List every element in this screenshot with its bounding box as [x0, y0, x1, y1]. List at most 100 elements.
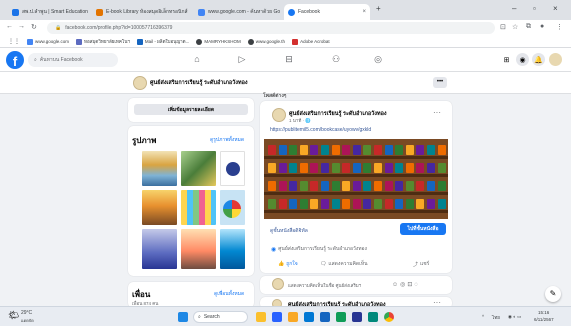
gaming-icon[interactable]: ◎ [372, 54, 384, 65]
photo-thumbnail[interactable] [181, 190, 216, 225]
page-name[interactable]: ศูนย์ส่งเสริมการเรียนรู้ ระดับอำเภอวังทอ… [150, 79, 248, 87]
photo-thumbnail[interactable] [181, 229, 216, 269]
photo-thumbnail[interactable] [142, 151, 177, 186]
bookmark-star-icon[interactable]: ☆ [512, 23, 518, 31]
maximize-icon[interactable]: ▫ [533, 4, 536, 13]
tray-chevron-icon[interactable]: ^ [482, 314, 484, 319]
tab-title: E-book Library ห้องสมุดอิเล็กทรอนิกส์ [106, 9, 188, 15]
like-label: ถูกใจ [286, 261, 298, 267]
bookmark-adobe[interactable]: Adobe Acrobat [292, 38, 330, 45]
book-cover [310, 163, 319, 173]
start-windows-icon[interactable] [178, 312, 188, 322]
post-page-identity[interactable]: ◉ ศูนย์ส่งเสริมการเรียนรู้ ระดับอำเภอวัง… [271, 245, 367, 253]
book-cover [416, 145, 425, 155]
taskview-icon[interactable] [272, 312, 282, 322]
bookmark-library[interactable]: หอสมุดวิทยาลัยเทคโนฯ [76, 38, 130, 45]
like-button[interactable]: 👍 ถูกใจ [278, 260, 298, 268]
bookmark-google-th[interactable]: www.google.th [247, 38, 286, 45]
tab-title: www.google.com - ค้นหาด้วย Google [208, 9, 280, 15]
commenter-avatar [272, 278, 284, 290]
post-link[interactable]: https://publitemil5.com/bookcase/uyowv/g… [270, 127, 371, 133]
book-cover [437, 181, 446, 191]
page-avatar[interactable] [133, 76, 147, 90]
messenger-icon[interactable]: ◉ [516, 53, 529, 66]
close-window-icon[interactable]: × [553, 4, 558, 13]
groups-icon[interactable]: ⚇ [330, 54, 342, 65]
bookshelf-link-preview-image[interactable] [264, 139, 448, 219]
close-tab-icon[interactable]: × [359, 9, 366, 15]
browser-tab-2[interactable]: E-book Library ห้องสมุดอิเล็กทรอนิกส์ × [92, 4, 190, 20]
taskbar-search[interactable]: ⌕ Search [193, 311, 248, 323]
facebook-logo-icon[interactable]: f [6, 51, 24, 69]
store-icon[interactable] [336, 312, 346, 322]
minimize-icon[interactable]: – [512, 4, 516, 13]
post-timestamp[interactable]: 1 นาที · 🌐 [289, 117, 311, 124]
page-more-button[interactable]: ••• [433, 77, 447, 88]
extensions-icon[interactable]: ⧉ [526, 23, 531, 31]
book-cover [427, 145, 435, 155]
photo-thumbnail[interactable] [220, 190, 245, 225]
bookmark-label: www.google.th [255, 39, 286, 44]
facebook-search-input[interactable]: ⌕ ค้นหาบน Facebook [28, 53, 118, 67]
close-tab-icon[interactable]: × [188, 9, 190, 15]
reload-icon[interactable]: ↻ [31, 23, 37, 31]
bookmark-site[interactable]: MAMRYHKSHOM [196, 38, 241, 45]
forward-icon[interactable]: → [18, 23, 25, 30]
notifications-bell-icon[interactable]: 🔔 [532, 53, 545, 66]
account-avatar[interactable] [549, 53, 562, 66]
new-message-compose-icon[interactable]: ✎ [545, 286, 561, 302]
shelf-plank [264, 156, 448, 159]
home-icon[interactable]: ⌂ [191, 54, 203, 65]
go-to-bookshelf-button[interactable]: ไปที่ชั้นหนังสือ [400, 223, 446, 235]
bookmark-google[interactable]: www.google.com [27, 38, 69, 45]
install-app-icon[interactable]: ⊡ [500, 23, 506, 31]
menu-grid-icon[interactable]: ⊞ [500, 53, 513, 66]
photo-thumbnail[interactable] [220, 229, 245, 269]
browser-menu-icon[interactable]: ⋮ [556, 23, 563, 31]
book-cover [299, 163, 308, 173]
post-author-avatar[interactable] [272, 108, 286, 122]
post-more-icon[interactable]: ··· [433, 108, 441, 117]
profile-avatar-icon[interactable]: ● [540, 23, 544, 30]
marketplace-icon[interactable]: ⊟ [283, 54, 295, 65]
back-icon[interactable]: ← [6, 23, 13, 30]
share-button[interactable]: ⤴ แชร์ [413, 260, 429, 268]
see-all-friends-link[interactable]: ดูเพื่อนทั้งหมด [214, 290, 244, 298]
comment-bubble-icon: 🗨 [320, 261, 327, 267]
photo-thumbnail[interactable] [181, 151, 216, 186]
widgets-icon[interactable] [256, 312, 266, 322]
browser-tab-1[interactable]: สพ.ป.ลำพูน | Smart Education × [8, 4, 88, 20]
browser-tab-3[interactable]: www.google.com - ค้นหาด้วย Google × [194, 4, 280, 20]
video-icon[interactable]: ▷ [236, 54, 248, 65]
browser-tab-facebook[interactable]: Facebook × [284, 4, 370, 20]
comment-emoji-icons[interactable]: ☺◎⊡◌ [392, 281, 420, 288]
file-explorer-icon[interactable] [288, 312, 298, 322]
clock-time[interactable]: 15:16 [538, 310, 549, 315]
word-icon[interactable] [320, 312, 330, 322]
book-cover [268, 199, 276, 209]
add-details-button[interactable]: เพิ่มข้อมูลรายละเอียด [134, 104, 248, 115]
link-preview-label[interactable]: ดูชั้นหนังสือดิจิทัล [270, 227, 308, 235]
photo-thumbnail[interactable] [142, 190, 177, 225]
book-cover [395, 163, 404, 173]
bookmarks-bar: ⋮⋮ www.google.com หอสมุดวิทยาลัยเทคโนฯ M… [0, 36, 571, 48]
weather-temp[interactable]: 29°C [21, 310, 32, 316]
network-volume-icons[interactable]: ◉ ◐ ▭ [508, 314, 521, 320]
chrome-icon[interactable] [384, 312, 394, 322]
app-icon[interactable] [352, 312, 362, 322]
input-language[interactable]: ไทย [492, 314, 500, 321]
bookmark-mail[interactable]: Mail - ผลิตใบอนุญาต... [136, 38, 189, 45]
emblem-logo-icon [226, 162, 240, 176]
app-icon[interactable] [368, 312, 378, 322]
comment-input[interactable]: แสดงความคิดเห็นในชื่อ ศูนย์ส่งเสริมฯ [288, 282, 361, 289]
new-tab-button[interactable]: + [376, 4, 381, 13]
edge-browser-icon[interactable] [304, 312, 314, 322]
apps-grid-icon[interactable]: ⋮⋮ [8, 38, 20, 45]
see-all-photos-link[interactable]: ดูรูปภาพทั้งหมด [210, 136, 244, 144]
photo-thumbnail[interactable] [220, 151, 245, 186]
photo-thumbnail[interactable] [142, 229, 177, 269]
address-bar[interactable]: 🔒 facebook.com/profile.php?id=1000577163… [47, 22, 495, 34]
clock-date[interactable]: 6/11/2567 [534, 317, 554, 322]
bookmark-favicon-icon [27, 38, 33, 45]
comment-button[interactable]: 🗨 แสดงความคิดเห็น [320, 260, 368, 268]
